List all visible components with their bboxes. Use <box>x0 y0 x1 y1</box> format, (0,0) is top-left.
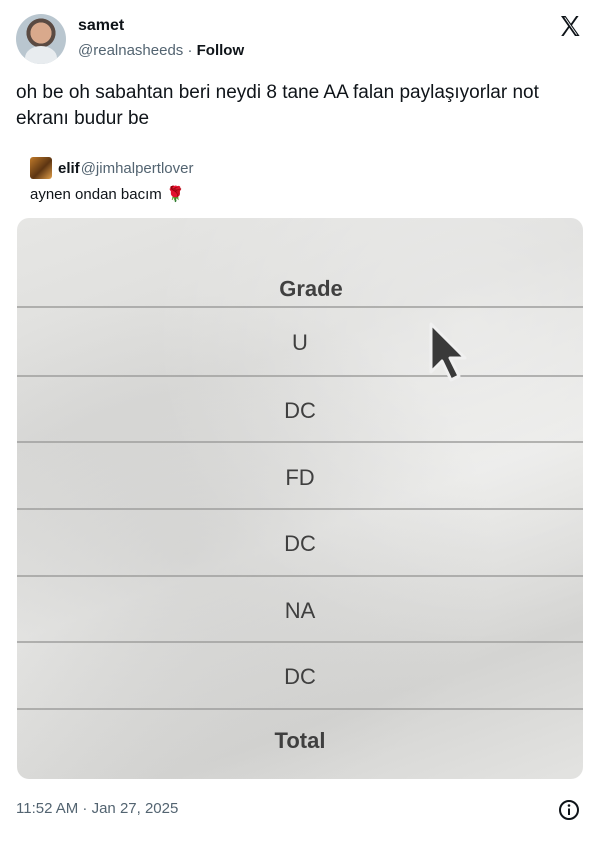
quoted-author-handle[interactable]: @jimhalpertlover <box>81 160 194 177</box>
table-row-divider <box>17 375 583 377</box>
author-handle[interactable]: @realnasheeds <box>78 42 183 59</box>
follow-button[interactable]: Follow <box>197 42 245 59</box>
quoted-text: aynen ondan bacım <box>30 186 162 203</box>
grade-cell: U <box>292 330 308 355</box>
quoted-tweet-header[interactable]: elif @jimhalpertlover <box>30 157 193 179</box>
quoted-author-name[interactable]: elif <box>58 160 80 177</box>
grade-cell: DC <box>284 398 316 423</box>
author-handle-row: @realnasheeds · Follow <box>78 42 244 59</box>
info-icon[interactable] <box>558 799 580 821</box>
table-row-divider <box>17 641 583 643</box>
grade-cell: NA <box>284 598 316 623</box>
attached-photo[interactable]: Grade U DC FD DC NA DC Total <box>17 218 583 779</box>
tweet-timestamp[interactable]: 11:52 AM · Jan 27, 2025 <box>16 800 178 817</box>
author-avatar[interactable] <box>16 14 66 64</box>
author-name[interactable]: samet <box>78 17 124 35</box>
tweet-header: samet @realnasheeds · Follow <box>16 12 584 68</box>
photo-grade-header: Grade <box>279 275 343 302</box>
table-row-divider <box>17 575 583 577</box>
table-row-divider <box>17 708 583 710</box>
rose-emoji: 🌹 <box>165 186 185 203</box>
table-row-divider <box>17 306 583 308</box>
table-row-divider <box>17 508 583 510</box>
table-row-divider <box>17 441 583 443</box>
grade-total-label: Total <box>274 728 326 753</box>
mouse-cursor-icon <box>429 322 467 382</box>
quoted-author-avatar[interactable] <box>30 157 52 179</box>
grade-cell: DC <box>284 664 316 689</box>
x-logo-icon[interactable] <box>558 14 582 38</box>
handle-separator: · <box>183 42 197 59</box>
grade-cell: FD <box>285 465 315 490</box>
grade-cell: DC <box>284 531 316 556</box>
tweet-text: oh be oh sabahtan beri neydi 8 tane AA f… <box>16 82 539 129</box>
quoted-tweet-text: aynen ondan bacım 🌹 <box>30 185 185 203</box>
